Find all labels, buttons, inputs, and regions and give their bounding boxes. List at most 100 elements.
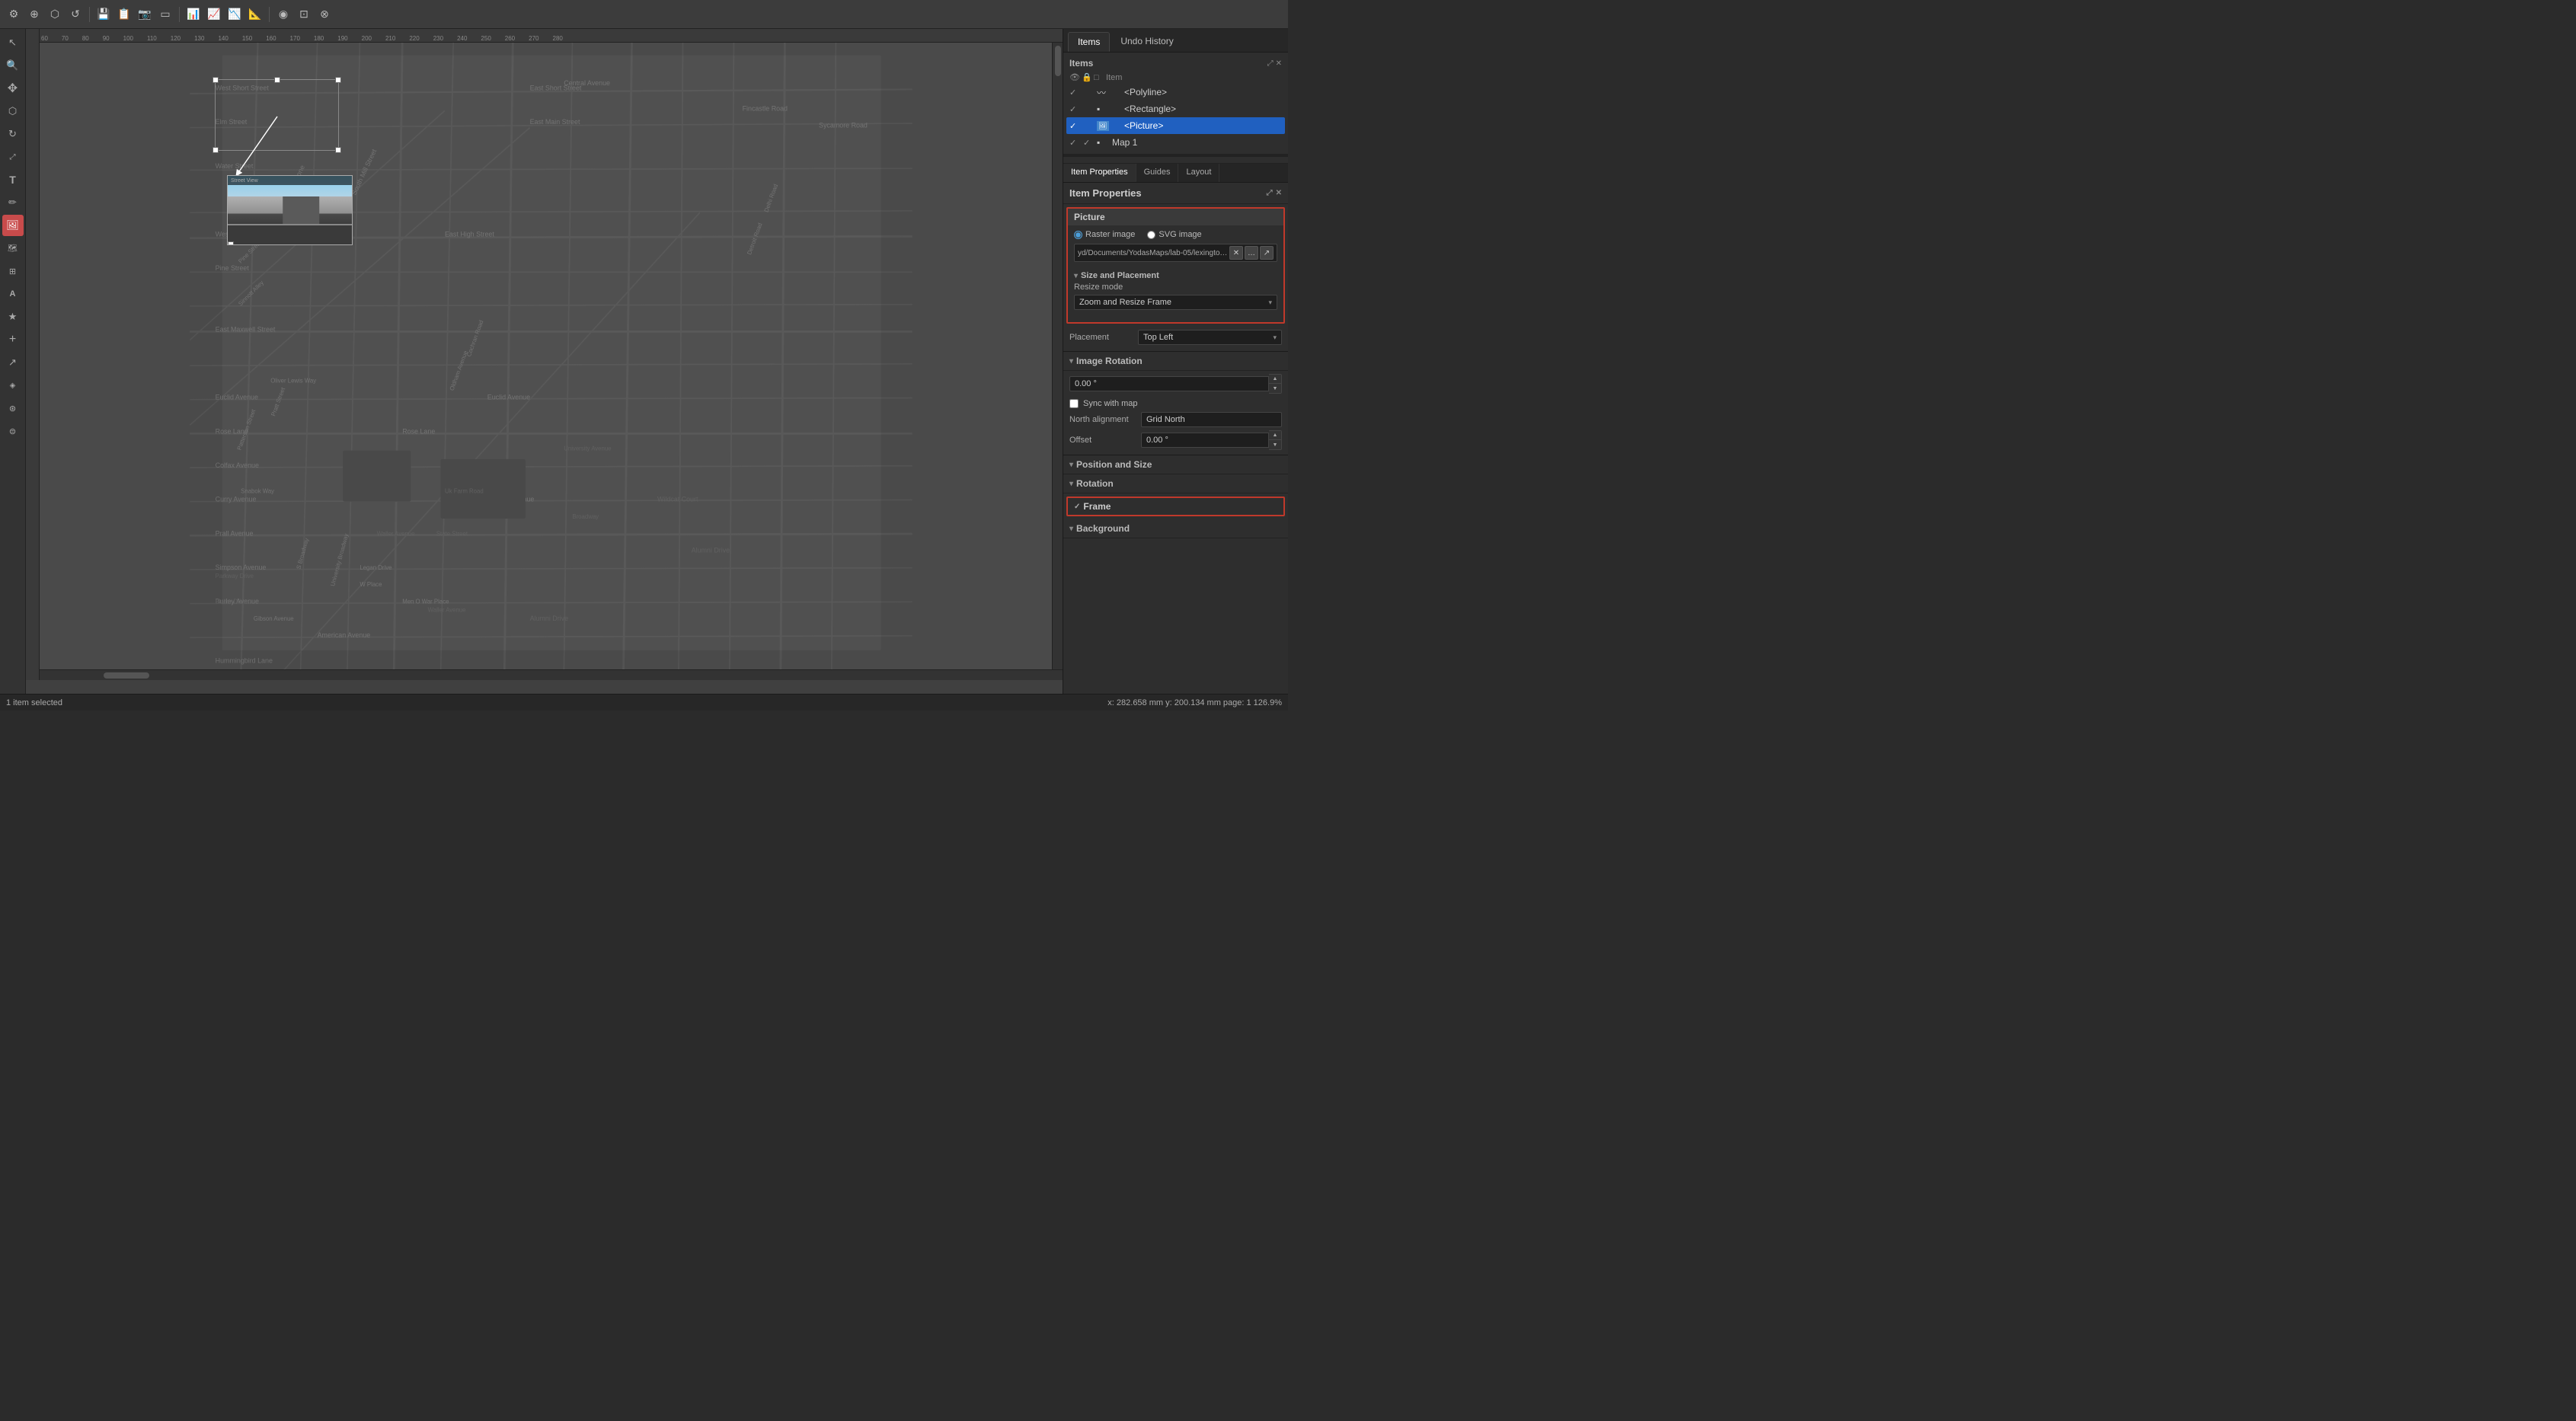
panel-tabs: Items Undo History <box>1063 29 1288 53</box>
text-tool[interactable]: T <box>2 169 24 190</box>
v-scrollbar[interactable] <box>1052 43 1063 669</box>
edit-nodes-tool[interactable]: ⬡ <box>2 101 24 122</box>
toolbar-extra2[interactable]: ⊡ <box>295 5 313 24</box>
item-row-rectangle[interactable]: ✓ ▪ <Rectangle> <box>1066 101 1285 117</box>
rotation-down[interactable]: ▼ <box>1269 384 1281 393</box>
resize-mode-row: Resize mode <box>1074 283 1277 292</box>
street-view-preview[interactable]: Street View <box>227 175 353 245</box>
picture-frame-box[interactable] <box>215 79 339 151</box>
toolbar-camera[interactable]: 📷 <box>136 5 154 24</box>
image-rotation-header[interactable]: Image Rotation <box>1063 352 1288 371</box>
panel-expand-icon[interactable]: ⤢ <box>1267 59 1274 68</box>
item-row-polyline[interactable]: ✓ 〰 <Polyline> <box>1066 84 1285 101</box>
offset-up[interactable]: ▲ <box>1269 431 1281 440</box>
h-scrollbar-thumb[interactable] <box>104 672 149 679</box>
shape-tool[interactable]: ◈ <box>2 375 24 396</box>
toolbar-chart3[interactable]: 📉 <box>225 5 244 24</box>
rotate-tool[interactable]: ↻ <box>2 123 24 145</box>
picture-tool[interactable]: 🖼 <box>2 215 24 236</box>
panel-close-icon[interactable]: ✕ <box>1276 59 1282 68</box>
image-rotation-section: ▲ ▼ Sync with map North alignment Grid N… <box>1063 371 1288 455</box>
toolbar-extra1[interactable]: ◉ <box>274 5 292 24</box>
handle-bc[interactable] <box>228 241 234 245</box>
raster-radio-label[interactable]: Raster image <box>1074 230 1135 239</box>
props-close-icon[interactable]: ✕ <box>1276 189 1282 197</box>
rotation-up[interactable]: ▲ <box>1269 375 1281 384</box>
map-streets-svg: West Short Street East Short Street Elm … <box>40 43 1063 680</box>
atlas-tool[interactable]: ⊜ <box>2 420 24 442</box>
toolbar-settings[interactable]: ⚙ <box>5 5 23 24</box>
toolbar-measure[interactable]: 📐 <box>246 5 264 24</box>
rotation-input[interactable] <box>1069 376 1269 391</box>
offset-down[interactable]: ▼ <box>1269 440 1281 449</box>
open-file-btn[interactable]: ↗ <box>1260 246 1274 260</box>
toolbar-extra3[interactable]: ⊗ <box>315 5 334 24</box>
tick-60: 60 <box>41 35 48 42</box>
label-tool[interactable]: A <box>2 283 24 305</box>
cursor-tool[interactable]: ↖ <box>2 32 24 53</box>
icon-polyline: 〰 <box>1097 86 1109 99</box>
toolbar-copy[interactable]: 📋 <box>115 5 133 24</box>
position-size-header[interactable]: Position and Size <box>1063 455 1288 474</box>
item-row-map1[interactable]: ✓ ✓ ▪ Map 1 <box>1066 134 1285 151</box>
background-header[interactable]: Background <box>1063 519 1288 538</box>
separator <box>1063 154 1288 157</box>
placement-value: Top Left <box>1143 333 1173 342</box>
placement-dropdown[interactable]: Top Left ▾ <box>1138 330 1282 345</box>
tick-190: 190 <box>337 35 347 42</box>
toolbar-chart2[interactable]: 📈 <box>205 5 223 24</box>
items-col-headers: 👁 🔒 □ Item <box>1066 71 1285 84</box>
toolbar-chart1[interactable]: 📊 <box>184 5 203 24</box>
handle-bl[interactable] <box>213 147 219 153</box>
sync-map-checkbox[interactable] <box>1069 399 1079 408</box>
svg-radio-label[interactable]: SVG image <box>1147 230 1201 239</box>
h-scrollbar[interactable] <box>40 669 1063 680</box>
handle-br[interactable] <box>335 147 341 153</box>
handle-tl[interactable] <box>213 77 219 83</box>
browse-file-btn[interactable]: … <box>1245 246 1258 260</box>
arrow-tool[interactable]: ↗ <box>2 352 24 373</box>
pan-tool[interactable]: ✥ <box>2 78 24 99</box>
handle-tr[interactable] <box>335 77 341 83</box>
toolbar-rect[interactable]: ▭ <box>156 5 174 24</box>
placement-dropdown-arrow: ▾ <box>1273 334 1277 342</box>
v-scrollbar-thumb[interactable] <box>1055 46 1061 76</box>
tab-guides[interactable]: Guides <box>1136 164 1179 182</box>
tab-layout[interactable]: Layout <box>1178 164 1219 182</box>
resize-mode-dropdown[interactable]: Zoom and Resize Frame ▾ <box>1074 295 1277 310</box>
frame-check: ✓ <box>1074 503 1080 511</box>
item-row-picture[interactable]: ✓ 🖼 <Picture> <box>1066 117 1285 134</box>
scale-tool[interactable]: ⤢ <box>2 146 24 168</box>
toolbar-save[interactable]: 💾 <box>94 5 113 24</box>
draw-tool[interactable]: ✏ <box>2 192 24 213</box>
map-area[interactable]: 60 70 80 90 100 110 120 130 140 150 160 … <box>26 29 1063 694</box>
tick-200: 200 <box>362 35 372 42</box>
tab-item-properties[interactable]: Item Properties <box>1063 164 1136 182</box>
resize-mode-label: Resize mode <box>1074 283 1143 292</box>
tick-240: 240 <box>457 35 467 42</box>
toolbar-search[interactable]: ⊕ <box>25 5 43 24</box>
svg-radio[interactable] <box>1147 231 1155 239</box>
raster-radio[interactable] <box>1074 231 1082 239</box>
star-tool[interactable]: ★ <box>2 306 24 327</box>
rotation-header[interactable]: Rotation <box>1063 474 1288 493</box>
zoom-tool[interactable]: 🔍 <box>2 55 24 76</box>
add-map-tool[interactable]: 🗺 <box>2 238 24 259</box>
tab-items[interactable]: Items <box>1068 32 1110 52</box>
tab-undo-history[interactable]: Undo History <box>1111 32 1182 52</box>
table-tool[interactable]: ⊞ <box>2 260 24 282</box>
plus-tool[interactable]: + <box>2 329 24 350</box>
toolbar-refresh[interactable]: ↺ <box>66 5 85 24</box>
map-canvas[interactable]: West Short Street East Short Street Elm … <box>40 43 1063 680</box>
clear-file-btn[interactable]: ✕ <box>1229 246 1243 260</box>
toolbar-hex[interactable]: ⬡ <box>46 5 64 24</box>
handle-tc[interactable] <box>274 77 280 83</box>
north-alignment-row: North alignment Grid North <box>1069 410 1282 429</box>
tick-170: 170 <box>290 35 300 42</box>
node-tool[interactable]: ⊛ <box>2 398 24 419</box>
offset-input[interactable] <box>1141 433 1269 448</box>
icon-rectangle: ▪ <box>1097 104 1109 114</box>
file-path-row: yd/Documents/YodasMaps/lab-05/lexington-… <box>1074 244 1277 262</box>
offset-row: Offset ▲ ▼ <box>1069 429 1282 452</box>
props-expand-icon[interactable]: ⤢ <box>1267 189 1273 197</box>
